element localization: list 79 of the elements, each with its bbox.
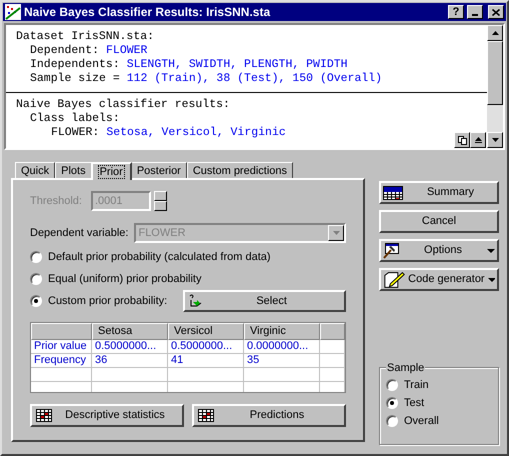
close-button[interactable]: [488, 5, 504, 19]
table-icon: [383, 186, 403, 200]
radio-button[interactable]: [386, 415, 398, 427]
table-cell: 0.5000000...: [92, 340, 168, 354]
caret-icon: [487, 248, 495, 252]
copy-icon: [458, 136, 466, 144]
window-title: Naive Bayes Classifier Results: IrisSNN.sta: [24, 4, 272, 21]
scroll-thumb[interactable]: [487, 41, 503, 105]
tab[interactable]: Posterior: [130, 162, 187, 178]
output-value: Setosa, Versicol, Virginic: [106, 126, 286, 140]
radio-button[interactable]: [386, 379, 398, 391]
scrollbar[interactable]: [487, 25, 503, 148]
dependent-variable-label: Dependent variable:: [30, 226, 128, 241]
side-button[interactable]: Code generator: [379, 268, 499, 291]
column-header: Virginic: [244, 323, 320, 340]
table-cell: 0.0000000...: [244, 340, 320, 354]
chart-icon: [5, 4, 21, 20]
group-label: Sample: [386, 360, 426, 376]
column-header: Setosa: [92, 323, 168, 340]
radio-label[interactable]: Equal (uniform) prior probability: [48, 270, 202, 288]
output-label: FLOWER:: [51, 126, 100, 140]
row-header: Frequency: [31, 354, 92, 368]
radio-label[interactable]: Default prior probability (calculated from data): [48, 248, 271, 266]
action-button[interactable]: Descriptive statistics: [30, 404, 184, 427]
up-arrow-icon: [492, 31, 498, 35]
caret-icon: [488, 278, 495, 282]
tab[interactable]: Plots: [55, 162, 92, 178]
select-button[interactable]: Select: [183, 290, 346, 312]
output-value: FLOWER: [106, 44, 148, 58]
table-cell: 0.5000000...: [168, 340, 244, 354]
side-button[interactable]: Options: [379, 239, 499, 262]
tab[interactable]: Prior: [90, 162, 132, 180]
scroll-down-button[interactable]: [487, 132, 503, 148]
output-label: Naive Bayes classifier results:: [16, 98, 230, 112]
output-value: SLENGTH, SWIDTH, PLENGTH, PWIDTH: [126, 58, 348, 72]
minimize-button[interactable]: [467, 5, 483, 19]
threshold-label: Threshold:: [30, 194, 83, 209]
radio-button[interactable]: [30, 295, 42, 307]
cursor-icon: [189, 294, 204, 308]
copy-button[interactable]: [454, 132, 470, 148]
side-button[interactable]: Cancel: [379, 210, 499, 233]
table-cell: 35: [244, 354, 320, 368]
table-icon: [36, 409, 52, 422]
radio-label[interactable]: Overall: [404, 412, 439, 430]
table-cell: 36: [92, 354, 168, 368]
radio-label[interactable]: Custom prior probability:: [48, 292, 168, 310]
radio-label[interactable]: Test: [404, 394, 424, 412]
close-icon: [492, 8, 500, 16]
scroll-up-button[interactable]: [487, 25, 503, 41]
minimize-icon: [472, 14, 478, 16]
output-label: Dataset IrisSNN.sta:: [16, 30, 154, 44]
spin-button[interactable]: [154, 191, 167, 211]
row-header: Prior value: [31, 340, 92, 354]
table-cell: [320, 354, 345, 368]
radio-label[interactable]: Train: [404, 376, 429, 394]
pencil-icon: [383, 270, 406, 288]
side-button[interactable]: Summary: [379, 181, 499, 204]
action-button[interactable]: Predictions: [192, 404, 346, 427]
table-cell: [320, 368, 345, 382]
output-value: 112 (Train), 38 (Test), 150 (Overall): [126, 72, 382, 86]
output-label: Class labels:: [30, 112, 120, 126]
help-button[interactable]: ?: [448, 5, 464, 19]
radio-button[interactable]: [30, 273, 42, 285]
radio-button[interactable]: [30, 251, 42, 263]
down-arrow-icon: [492, 138, 498, 142]
table-cell: 41: [168, 354, 244, 368]
scroll-top-button[interactable]: [470, 132, 486, 148]
radio-button[interactable]: [386, 397, 398, 409]
output-label: Independents:: [30, 58, 120, 72]
column-header: Versicol: [168, 323, 244, 340]
table-icon: [198, 409, 214, 422]
table-cell: [31, 368, 92, 382]
tab[interactable]: Quick: [15, 162, 56, 178]
tab[interactable]: Custom predictions: [186, 162, 294, 178]
hammer-icon: [383, 242, 399, 258]
output-label: Sample size =: [30, 72, 120, 86]
table-cell: [320, 340, 345, 354]
output-label: Dependent:: [30, 44, 100, 58]
top-arrow-icon: [474, 137, 482, 143]
